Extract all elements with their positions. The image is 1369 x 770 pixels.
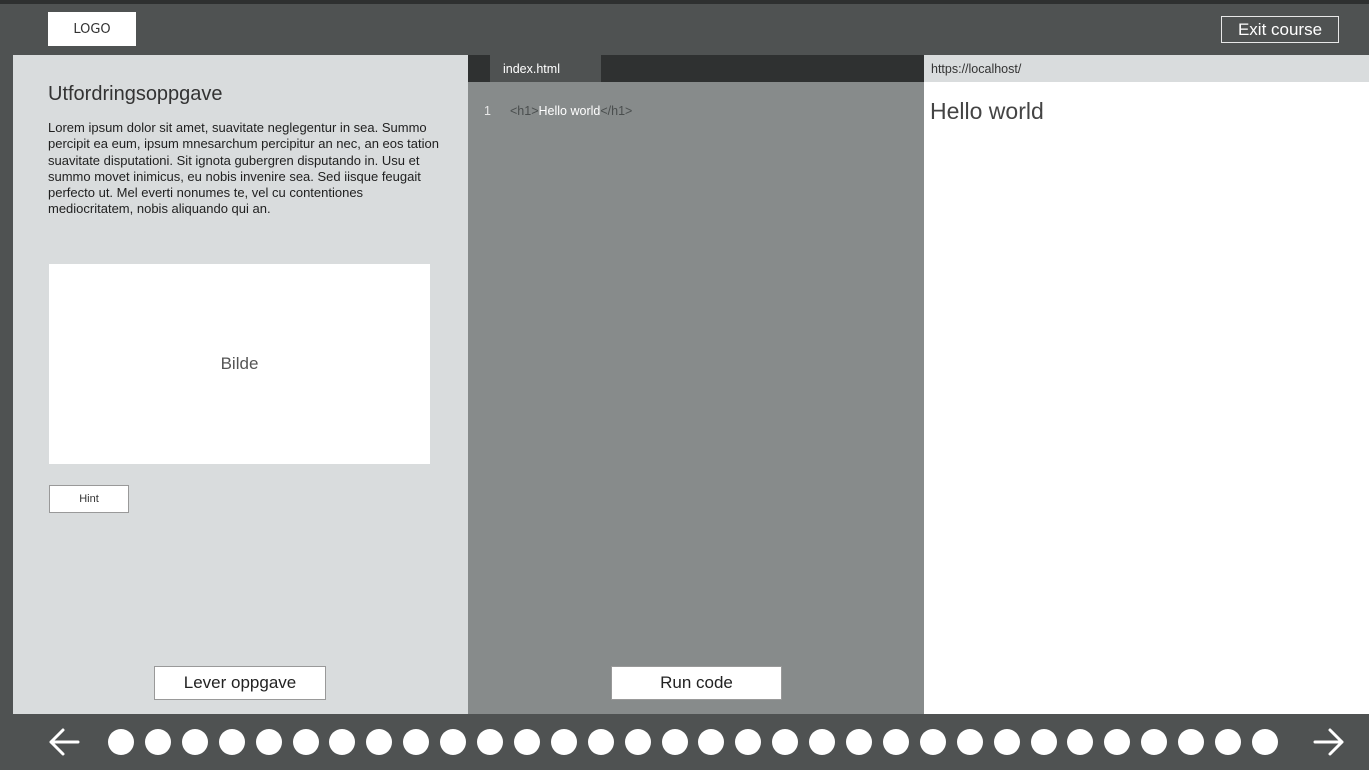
progress-dot[interactable] [1104,729,1131,755]
progress-dot[interactable] [956,729,983,755]
submit-task-button[interactable]: Lever oppgave [154,666,326,700]
progress-dot[interactable] [809,729,836,755]
progress-dot[interactable] [1030,729,1057,755]
code-open-tag: <h1> [510,104,539,118]
preview-heading: Hello world [930,98,1044,124]
top-bar: LOGO Exit course [0,0,1369,55]
progress-dot[interactable] [993,729,1020,755]
preview-panel: https://localhost/ Hello world [924,55,1369,714]
tab-index-html[interactable]: index.html [490,55,601,82]
exit-course-button[interactable]: Exit course [1221,16,1339,43]
progress-dot[interactable] [882,729,909,755]
logo: LOGO [48,12,136,46]
progress-dot[interactable] [255,729,282,755]
progress-dot[interactable] [144,729,171,755]
editor-tab-bar: index.html [468,55,924,82]
progress-dot[interactable] [772,729,799,755]
progress-dot[interactable] [1215,729,1241,755]
progress-dot[interactable] [735,729,762,755]
progress-dot[interactable] [624,729,651,755]
progress-dot[interactable] [108,729,134,755]
url-bar: https://localhost/ [924,55,1369,82]
progress-dot[interactable] [550,729,577,755]
run-code-button[interactable]: Run code [611,666,782,700]
progress-dot[interactable] [846,729,872,755]
task-panel: Utfordringsoppgave Lorem ipsum dolor sit… [13,55,468,714]
progress-dot[interactable] [1141,729,1168,755]
progress-dot[interactable] [366,729,393,755]
progress-dot[interactable] [181,729,208,755]
progress-dot[interactable] [698,729,725,755]
code-text: Hello world [538,104,601,118]
code-line[interactable]: 1 <h1>Hello world</h1> [484,104,632,118]
code-editor[interactable]: index.html 1 <h1>Hello world</h1> Run cod… [468,55,924,714]
arrow-left-icon[interactable] [44,722,84,762]
arrow-right-icon[interactable] [1309,722,1349,762]
task-title: Utfordringsoppgave [48,83,223,105]
progress-dot[interactable] [292,729,319,755]
progress-dot[interactable] [440,729,467,755]
progress-dot[interactable] [919,729,946,755]
progress-dot[interactable] [1178,729,1205,755]
task-description: Lorem ipsum dolor sit amet, suavitate ne… [48,120,439,217]
image-placeholder-label: Bilde [220,354,259,373]
code-close-tag: </h1> [600,104,633,118]
hint-button[interactable]: Hint [49,485,129,513]
progress-dot[interactable] [218,729,245,755]
progress-dot[interactable] [1251,729,1278,755]
progress-dot[interactable] [661,729,688,755]
progress-dot[interactable] [1067,729,1094,755]
progress-dot[interactable] [329,729,356,755]
progress-dot[interactable] [403,729,430,755]
line-number: 1 [484,104,491,118]
bottom-navigation [0,714,1369,770]
progress-dots [108,729,1288,756]
progress-dot[interactable] [587,729,614,755]
progress-dot[interactable] [513,729,540,755]
task-image-placeholder: Bilde [49,264,430,464]
progress-dot[interactable] [477,729,503,755]
